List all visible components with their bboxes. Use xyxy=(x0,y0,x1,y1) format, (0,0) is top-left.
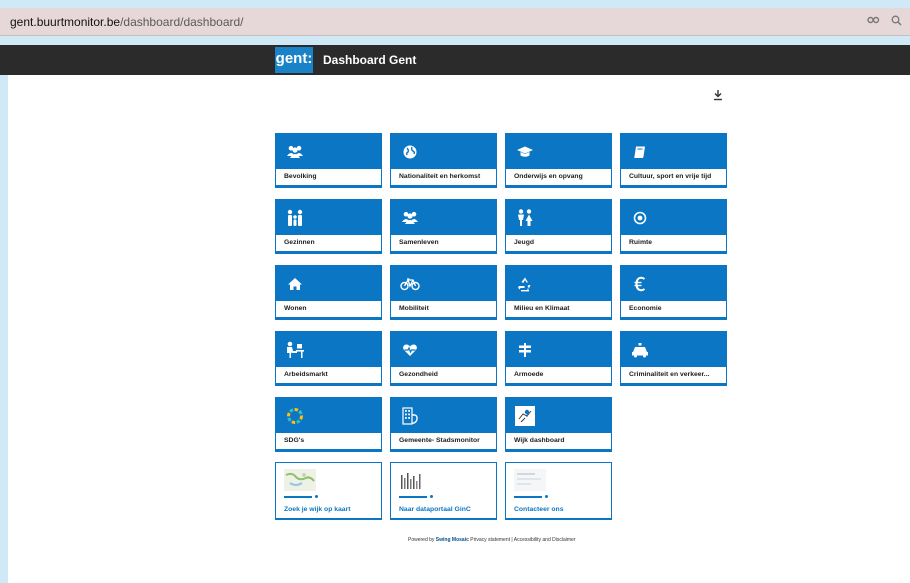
progress-dot xyxy=(315,495,318,498)
gent-logo[interactable]: gent: xyxy=(275,47,313,73)
app-header: gent: Dashboard Gent xyxy=(0,45,910,75)
tile-contacteer-ons[interactable]: Contacteer ons xyxy=(505,462,612,520)
tile-nationaliteit-en-herkomst[interactable]: Nationaliteit en herkomst xyxy=(390,133,497,188)
signpost-icon xyxy=(515,340,535,360)
tile-wonen[interactable]: Wonen xyxy=(275,265,382,320)
recycle-icon xyxy=(515,274,535,294)
tile-label: Ruimte xyxy=(621,235,726,251)
tile-arbeidsmarkt[interactable]: Arbeidsmarkt xyxy=(275,331,382,386)
tile-gezondheid[interactable]: Gezondheid xyxy=(390,331,497,386)
worker-desk-icon xyxy=(285,340,305,360)
tile-bevolking[interactable]: Bevolking xyxy=(275,133,382,188)
tile-label: Wijk dashboard xyxy=(506,433,611,449)
tile-mobiliteit[interactable]: Mobiliteit xyxy=(390,265,497,320)
tile-economie[interactable]: Economie xyxy=(620,265,727,320)
tile-label: Bevolking xyxy=(276,169,381,185)
tile-label: Mobiliteit xyxy=(391,301,496,317)
dashboard-page: Bevolking Nationaliteit en herkomst Onde… xyxy=(8,75,910,583)
tile-label: Gezinnen xyxy=(276,235,381,251)
tile-label: Arbeidsmarkt xyxy=(276,367,381,383)
tile-label: Nationaliteit en herkomst xyxy=(391,169,496,185)
police-car-icon xyxy=(630,340,650,360)
tile-samenleven[interactable]: Samenleven xyxy=(390,199,497,254)
tile-milieu-en-klimaat[interactable]: Milieu en Klimaat xyxy=(505,265,612,320)
tile-label: Cultuur, sport en vrije tijd xyxy=(621,169,726,185)
map-pin-icon xyxy=(515,406,535,426)
tile-label: Jeugd xyxy=(506,235,611,251)
key-icon[interactable] xyxy=(867,15,881,29)
progress-bar xyxy=(399,496,427,498)
tile-label: Gezondheid xyxy=(391,367,496,383)
address-bar[interactable]: gent.buurtmonitor.be/dashboard/dashboard… xyxy=(0,8,910,36)
progress-bar xyxy=(514,496,542,498)
chart-thumbnail-icon xyxy=(399,469,431,491)
tile-label: Milieu en Klimaat xyxy=(506,301,611,317)
tile-label: Naar dataportaal GinC xyxy=(399,506,471,513)
graduation-cap-icon xyxy=(515,142,535,162)
tile-label: Wonen xyxy=(276,301,381,317)
globe-icon xyxy=(400,142,420,162)
home-icon xyxy=(285,274,305,294)
page-title: Dashboard Gent xyxy=(323,53,417,67)
footer: Powered by Swing Mosaic Privacy statemen… xyxy=(408,537,575,543)
contact-thumbnail-icon xyxy=(514,469,546,491)
progress-dot xyxy=(430,495,433,498)
footer-prefix: Powered by xyxy=(408,537,435,543)
zoom-icon[interactable] xyxy=(891,15,902,29)
tile-ruimte[interactable]: Ruimte xyxy=(620,199,727,254)
download-icon[interactable] xyxy=(712,88,724,102)
building-icon xyxy=(400,406,420,426)
tile-gemeente-stadsmonitor[interactable]: Gemeente- Stadsmonitor xyxy=(390,397,497,452)
bicycle-icon xyxy=(400,274,420,294)
tile-zoek-je-wijk-op-kaart[interactable]: Zoek je wijk op kaart xyxy=(275,462,382,520)
people-icon xyxy=(285,142,305,162)
book-icon xyxy=(630,142,650,162)
tile-label: Gemeente- Stadsmonitor xyxy=(391,433,496,449)
url-text[interactable]: gent.buurtmonitor.be/dashboard/dashboard… xyxy=(10,15,244,29)
tile-label: Zoek je wijk op kaart xyxy=(284,506,351,513)
tile-criminaliteit-en-verkeer[interactable]: Criminaliteit en verkeer... xyxy=(620,331,727,386)
tile-label: Armoede xyxy=(506,367,611,383)
tile-onderwijs-en-opvang[interactable]: Onderwijs en opvang xyxy=(505,133,612,188)
family-icon xyxy=(285,208,305,228)
tile-label: Criminaliteit en verkeer... xyxy=(621,367,726,383)
map-thumbnail-icon xyxy=(284,469,316,491)
tile-jeugd[interactable]: Jeugd xyxy=(505,199,612,254)
footer-links[interactable]: Privacy statement | Accessibility and Di… xyxy=(470,537,575,543)
heartbeat-icon xyxy=(400,340,420,360)
url-host: gent.buurtmonitor.be xyxy=(10,14,121,29)
compass-icon xyxy=(630,208,650,228)
community-icon xyxy=(400,208,420,228)
tile-sdgs[interactable]: SDG's xyxy=(275,397,382,452)
tile-wijk-dashboard[interactable]: Wijk dashboard xyxy=(505,397,612,452)
tile-gezinnen[interactable]: Gezinnen xyxy=(275,199,382,254)
tile-cultuur-sport-en-vrije-tijd[interactable]: Cultuur, sport en vrije tijd xyxy=(620,133,727,188)
footer-brand-link[interactable]: Swing Mosaic xyxy=(436,537,469,543)
tile-label: SDG's xyxy=(276,433,381,449)
tile-label: Samenleven xyxy=(391,235,496,251)
sdg-wheel-icon xyxy=(285,406,305,426)
progress-dot xyxy=(545,495,548,498)
children-icon xyxy=(515,208,535,228)
tile-naar-dataportaal-ginc[interactable]: Naar dataportaal GinC xyxy=(390,462,497,520)
euro-icon xyxy=(630,274,650,294)
tile-label: Economie xyxy=(621,301,726,317)
url-path: /dashboard/dashboard/ xyxy=(120,14,244,29)
progress-bar xyxy=(284,496,312,498)
tile-armoede[interactable]: Armoede xyxy=(505,331,612,386)
tile-label: Onderwijs en opvang xyxy=(506,169,611,185)
tile-label: Contacteer ons xyxy=(514,506,564,513)
